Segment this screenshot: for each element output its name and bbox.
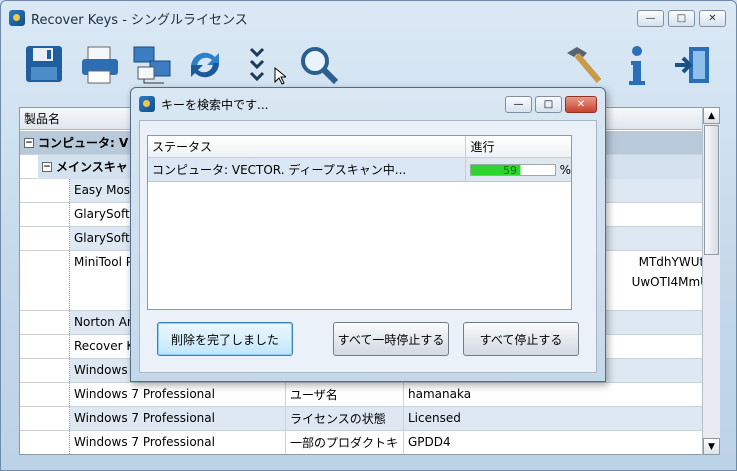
network-scan-button[interactable] xyxy=(128,41,176,89)
minimize-button[interactable]: — xyxy=(637,10,664,27)
product-cell: Windows 7 Professional xyxy=(70,431,286,454)
dialog-title: キーを検索中です... xyxy=(161,97,269,112)
print-button[interactable] xyxy=(76,41,124,89)
status-text: コンピュータ: VECTOR. ディープスキャン中... xyxy=(148,158,466,181)
subgroup-label: メインスキャ xyxy=(56,160,128,174)
field-cell: ユーザ名 xyxy=(286,383,404,406)
scroll-down-icon[interactable]: ▼ xyxy=(703,438,720,455)
hammer-icon xyxy=(567,47,602,83)
window-title: Recover Keys - シングルライセンス xyxy=(31,12,248,28)
exit-button[interactable] xyxy=(669,41,717,89)
value-cell: GPDD4? xyxy=(404,431,719,454)
maximize-button[interactable]: □ xyxy=(668,10,695,27)
title-bar: Recover Keys - シングルライセンス — □ ✕ xyxy=(1,1,736,35)
info-button[interactable] xyxy=(613,41,661,89)
printer-icon xyxy=(82,46,118,84)
progress-value: 59 xyxy=(503,163,517,177)
collapse-chevrons-icon xyxy=(249,47,265,82)
value-text: Licensed xyxy=(408,411,461,425)
refresh-button[interactable] xyxy=(181,41,229,89)
stop-all-button[interactable]: すべて停止する xyxy=(463,322,579,356)
dialog-app-icon xyxy=(139,96,155,112)
value-cell: hamanaka xyxy=(404,383,719,406)
save-button[interactable] xyxy=(21,41,69,89)
info-icon xyxy=(629,46,645,85)
column-header-status[interactable]: ステータス xyxy=(148,136,467,157)
search-button[interactable] xyxy=(295,41,343,89)
floppy-disk-icon xyxy=(26,46,62,82)
collapse-icon[interactable]: − xyxy=(24,137,34,148)
dialog-close-button[interactable]: ✕ xyxy=(565,96,597,113)
app-icon xyxy=(9,10,25,26)
progress-unit: % xyxy=(559,162,571,177)
tools-button[interactable] xyxy=(559,41,607,89)
complete-button[interactable]: 削除を完了しました xyxy=(157,322,293,356)
field-cell: 一部のプロダクトキ xyxy=(286,431,404,454)
table-row[interactable]: Windows 7 Professional一部のプロダクトキGPDD4? xyxy=(20,431,719,454)
collapse-icon[interactable]: − xyxy=(42,161,52,172)
value-text: GPDD4 xyxy=(408,435,451,449)
table-row[interactable]: Windows 7 Professional ユーザ名 hamanaka xyxy=(20,383,719,407)
progress-bar: 59 xyxy=(470,163,556,177)
network-computers-icon xyxy=(133,46,171,84)
field-cell: ライセンスの状態 xyxy=(286,407,404,430)
dialog-minimize-button[interactable]: — xyxy=(505,96,532,113)
product-cell: Windows 7 Professional xyxy=(70,407,286,430)
refresh-arrows-icon xyxy=(190,52,220,78)
vertical-scrollbar[interactable]: ▲ ▼ xyxy=(702,107,720,455)
mouse-cursor-icon xyxy=(274,67,286,85)
column-header-progress[interactable]: 進行 xyxy=(466,136,571,157)
table-row[interactable]: Windows 7 Professionalライセンスの状態Licensed? xyxy=(20,407,719,431)
search-dialog: キーを検索中です... — □ ✕ ステータス 進行 コンピュータ: VECTO… xyxy=(130,87,606,382)
scroll-thumb[interactable] xyxy=(704,125,719,255)
exit-door-icon xyxy=(675,47,709,83)
scan-status-list: ステータス 進行 コンピュータ: VECTOR. ディープスキャン中... 59… xyxy=(147,135,572,310)
dialog-maximize-button[interactable]: □ xyxy=(535,96,562,113)
value-cell: Licensed? xyxy=(404,407,719,430)
magnifier-icon xyxy=(301,47,339,85)
list-item[interactable]: コンピュータ: VECTOR. ディープスキャン中... 59 % xyxy=(148,158,571,182)
close-button[interactable]: ✕ xyxy=(699,10,726,27)
pause-all-button[interactable]: すべて一時停止する xyxy=(333,322,449,356)
scroll-up-icon[interactable]: ▲ xyxy=(703,107,720,124)
value-text: hamanaka xyxy=(408,387,472,401)
product-cell: Windows 7 Professional xyxy=(70,383,286,406)
group-label: コンピュータ: V xyxy=(38,136,129,150)
